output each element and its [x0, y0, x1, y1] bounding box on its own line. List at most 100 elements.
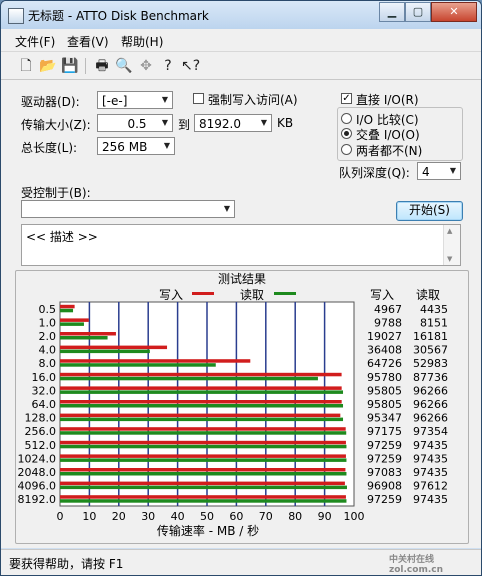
transfer-to-select[interactable]: 8192.0 ▼ — [194, 114, 272, 132]
force-write-label: 强制写入访问(A) — [208, 93, 298, 107]
scroll-down-icon[interactable]: ▼ — [447, 255, 452, 263]
drive-value: [-e-] — [102, 94, 128, 108]
toolbar-separator — [85, 58, 86, 74]
read-value-label: 8151 — [420, 316, 448, 329]
maximize-button[interactable]: ▢ — [405, 2, 431, 22]
io-compare-radio[interactable] — [341, 113, 352, 124]
queue-depth-value: 4 — [422, 165, 430, 179]
status-text: 要获得帮助，请按 F1 — [9, 557, 124, 571]
read-bar — [60, 417, 344, 422]
chevron-down-icon: ▼ — [260, 118, 268, 127]
save-icon[interactable]: 💾 — [61, 57, 79, 75]
write-value-label: 95347 — [367, 412, 402, 425]
help-icon[interactable]: ? — [159, 57, 177, 75]
write-bar — [60, 345, 168, 350]
read-bar — [60, 322, 84, 326]
y-tick-label: 32.0 — [32, 384, 57, 397]
read-value-label: 96266 — [413, 398, 448, 411]
total-length-select[interactable]: 256 MB ▼ — [97, 137, 175, 155]
controlled-by-select[interactable]: ▼ — [21, 200, 235, 218]
write-bar — [60, 413, 341, 418]
overlapped-io-radio[interactable] — [341, 128, 352, 139]
print-icon[interactable]: 🖶 — [93, 57, 111, 75]
x-tick-label: 20 — [112, 510, 126, 523]
write-value-label: 95805 — [367, 384, 402, 397]
drive-label: 驱动器(D): — [21, 95, 80, 109]
read-bar — [60, 308, 74, 313]
direct-io-checkbox[interactable]: ✓ — [341, 93, 352, 104]
y-tick-label: 8192.0 — [18, 493, 57, 506]
description-scrollbar[interactable]: ▲ ▼ — [443, 225, 460, 265]
drive-select[interactable]: [-e-] ▼ — [97, 91, 173, 109]
read-bar — [60, 431, 347, 435]
read-bar — [60, 376, 318, 381]
total-length-label: 总长度(L): — [21, 141, 78, 155]
read-value-label: 97354 — [413, 425, 448, 438]
write-bar — [60, 372, 342, 377]
menu-help[interactable]: 帮助(H) — [121, 33, 163, 50]
app-window: 无标题 - ATTO Disk Benchmark ▁ ▢ ✕ 文件(F) 查看… — [0, 0, 482, 576]
new-file-icon[interactable]: 🗋 — [17, 57, 35, 75]
read-value-label: 96266 — [413, 412, 448, 425]
context-help-icon[interactable]: ↖? — [181, 57, 200, 75]
y-tick-label: 256.0 — [25, 425, 57, 438]
write-value-label: 97083 — [367, 466, 402, 479]
start-button[interactable]: 开始(S) — [396, 201, 463, 221]
move-icon[interactable]: ✥ — [137, 57, 155, 75]
read-bar — [60, 336, 108, 340]
y-tick-label: 1024.0 — [18, 452, 57, 465]
legend-write-swatch — [192, 292, 214, 295]
print-preview-icon[interactable]: 🔍 — [115, 57, 133, 75]
minimize-button[interactable]: ▁ — [379, 2, 405, 22]
y-tick-label: 4.0 — [39, 344, 57, 357]
write-value-label: 4967 — [374, 303, 402, 316]
description-field[interactable]: << 描述 >> ▲ ▼ — [21, 224, 461, 266]
results-chart: 测试结果写入 读取 写入 读取 0 10 20 30 40 50 60 70 80 90 100 传输速率 -… — [18, 271, 449, 538]
force-write-checkbox[interactable] — [193, 93, 204, 104]
y-tick-label: 8.0 — [39, 357, 57, 370]
description-text: << 描述 >> — [26, 230, 98, 244]
legend-write-label: 写入 — [159, 288, 183, 302]
scroll-up-icon[interactable]: ▲ — [447, 227, 452, 235]
y-tick-label: 2048.0 — [18, 466, 57, 479]
write-bar — [60, 318, 89, 322]
y-tick-label: 16.0 — [32, 371, 57, 384]
read-bar — [60, 349, 150, 354]
neither-radio[interactable] — [341, 144, 352, 155]
transfer-from-value: 0.5 — [127, 117, 147, 131]
legend-read-swatch — [274, 292, 296, 295]
read-bar — [60, 404, 344, 408]
read-bar — [60, 390, 344, 394]
chevron-down-icon: ▼ — [161, 95, 169, 104]
neither-label: 两者都不(N) — [356, 144, 423, 158]
read-bar — [60, 485, 347, 490]
read-value-label: 96266 — [413, 384, 448, 397]
write-value-label: 19027 — [367, 330, 402, 343]
title-bar: 无标题 - ATTO Disk Benchmark ▁ ▢ ✕ — [1, 1, 481, 29]
read-value-label: 30567 — [413, 344, 448, 357]
write-bar — [60, 427, 346, 431]
write-bar — [60, 400, 342, 404]
menu-view[interactable]: 查看(V) — [67, 33, 109, 50]
chevron-down-icon: ▼ — [161, 118, 169, 127]
x-tick-label: 0 — [57, 510, 64, 523]
main-form: 驱动器(D): [-e-] ▼ 强制写入访问(A) ✓ 直接 I/O(R) 传输… — [1, 80, 481, 548]
close-button[interactable]: ✕ — [431, 2, 477, 22]
menu-file[interactable]: 文件(F) — [15, 33, 55, 50]
y-tick-label: 1.0 — [39, 316, 57, 329]
write-value-label: 95780 — [367, 371, 402, 384]
read-value-label: 97435 — [413, 452, 448, 465]
write-value-label: 97259 — [367, 493, 402, 506]
open-folder-icon[interactable]: 📂 — [39, 57, 57, 75]
status-bar: 要获得帮助，请按 F1 中关村在线 zol.com.cn — [1, 549, 481, 575]
write-bar — [60, 495, 346, 499]
transfer-to-label: 到 — [178, 118, 191, 132]
x-tick-label: 70 — [259, 510, 273, 523]
write-value-label: 96908 — [367, 480, 402, 493]
write-value-label: 36408 — [367, 344, 402, 357]
write-bar — [60, 481, 345, 486]
transfer-from-select[interactable]: 0.5 ▼ — [97, 114, 173, 132]
queue-depth-select[interactable]: 4 ▼ — [417, 162, 461, 180]
chart-title: 测试结果 — [218, 271, 266, 286]
write-value-label: 9788 — [374, 316, 402, 329]
